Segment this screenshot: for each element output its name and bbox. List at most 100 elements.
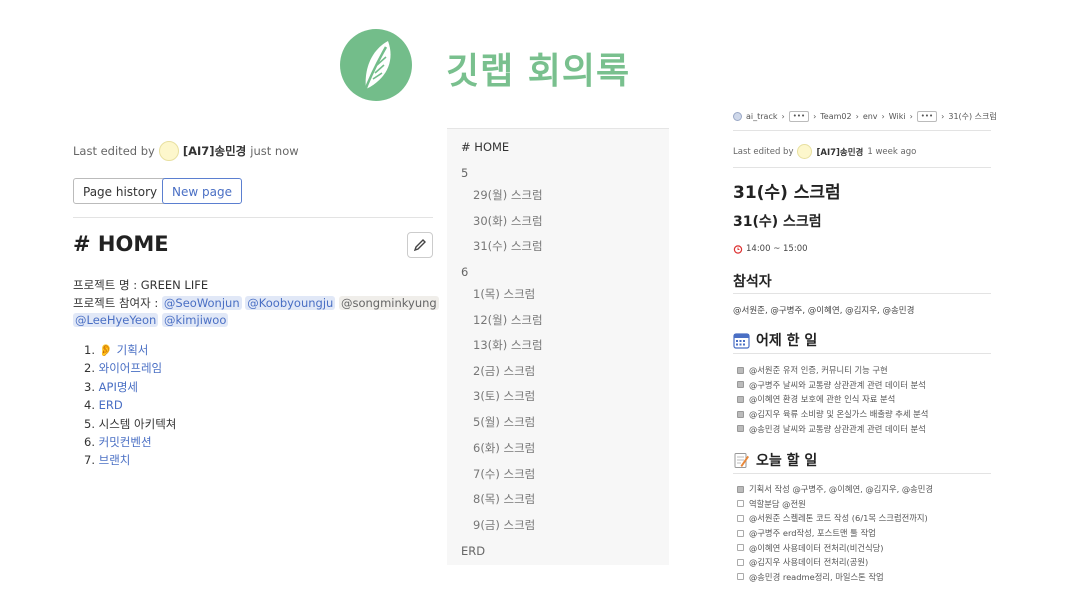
chevron-right-icon: › (941, 112, 945, 121)
yesterday-task-list: @서원준 유저 인증, 커뮤니티 기능 구현 @구병주 날씨와 교통량 상관관계… (737, 363, 928, 436)
link-erd[interactable]: ERD (99, 398, 123, 412)
task-checkbox[interactable] (737, 514, 744, 522)
list-item: 6. 커밋컨벤션 (84, 434, 152, 449)
link-branch[interactable]: 브랜치 (99, 453, 131, 467)
breadcrumb-current: 31(수) 스크럼 (948, 112, 997, 121)
participants-line-2: @LeeHyeYeon @kimjiwoo (73, 313, 229, 327)
text-architecture: 시스템 아키텍쳐 (98, 416, 177, 431)
wiki-title: # HOME (73, 232, 169, 256)
breadcrumb-item[interactable]: ai_track (746, 112, 777, 121)
sidebar-item-erd[interactable]: ERD (461, 544, 485, 558)
project-avatar (733, 112, 742, 121)
chevron-right-icon: › (855, 112, 859, 121)
attendees-heading: 참석자 (733, 274, 772, 290)
calendar-icon (733, 332, 750, 349)
editor-name[interactable]: [AI7]송민경 (183, 143, 246, 159)
mention-user[interactable]: @LeeHyeYeon (73, 313, 159, 327)
sidebar-item[interactable]: 2(금) 스크럼 (473, 363, 535, 379)
new-page-button[interactable]: New page (162, 178, 242, 204)
breadcrumb-collapsed[interactable]: ••• (916, 111, 938, 122)
breadcrumb-collapsed[interactable]: ••• (788, 111, 810, 122)
link-api[interactable]: API명세 (99, 380, 138, 394)
sidebar-item-home[interactable]: # HOME (461, 140, 509, 154)
mention-user[interactable]: @songminkyung (338, 296, 439, 310)
avatar[interactable] (158, 141, 179, 161)
sidebar-item[interactable]: 7(수) 스크럼 (473, 466, 535, 482)
sidebar-item[interactable]: 9(금) 스크럼 (473, 517, 535, 533)
link-commit-convention[interactable]: 커밋컨벤션 (99, 435, 152, 449)
today-task-list: 기획서 작성 @구병주, @이혜연, @김지우, @송민경 역할분담 @전원 @… (737, 482, 933, 584)
sidebar-group-6[interactable]: 6 (461, 265, 468, 279)
sidebar-item[interactable]: 6(화) 스크럼 (473, 440, 535, 456)
divider (733, 293, 991, 294)
divider (73, 217, 433, 218)
edit-button[interactable] (407, 232, 433, 258)
link-plan[interactable]: 기획서 (117, 343, 149, 357)
divider (733, 473, 991, 474)
memo-icon (734, 452, 749, 468)
link-wireframe[interactable]: 와이어프레임 (99, 361, 162, 375)
sidebar-group-5[interactable]: 5 (461, 166, 468, 180)
last-edited-time: 1 week ago (867, 146, 917, 157)
task-checkbox[interactable] (737, 529, 744, 537)
task-checkbox[interactable] (737, 573, 744, 581)
task-checkbox[interactable] (737, 558, 744, 566)
editor-name[interactable]: [AI7]송민경 (816, 146, 863, 158)
mention-user[interactable]: @SeoWonjun (161, 296, 242, 310)
chevron-right-icon: › (813, 112, 817, 121)
wiki-title: 31(수) 스크럼 (733, 183, 841, 203)
mention-user[interactable]: @kimjiwoo (161, 313, 229, 327)
task-item: @송민경 readme정리, 마일스톤 작업 (737, 570, 933, 585)
today-heading-text: 오늘 할 일 (756, 453, 818, 469)
divider (733, 167, 991, 168)
task-item: @이혜연 환경 보호에 관한 인식 자료 분석 (737, 392, 928, 407)
list-item: 2. 와이어프레임 (84, 361, 163, 376)
last-edited-prefix: Last edited by (733, 146, 794, 157)
yesterday-heading: 어제 한 일 (733, 330, 817, 350)
sidebar-item[interactable]: 29(월) 스크럼 (473, 187, 543, 203)
sidebar-item[interactable]: 8(목) 스크럼 (473, 491, 535, 507)
chevron-right-icon: › (781, 112, 785, 121)
task-checkbox[interactable] (737, 395, 744, 403)
divider (733, 353, 991, 354)
task-item: @구병주 날씨와 교통량 상관관계 관련 데이터 분석 (737, 378, 928, 393)
page-title: 깃랩 회의록 (446, 51, 631, 92)
last-edited-meta: Last edited by [AI7]송민경 1 week ago (733, 144, 916, 159)
meeting-time: 14:00 ~ 15:00 (733, 244, 808, 254)
task-checkbox[interactable] (737, 381, 744, 389)
task-item: @구병주 erd작성, 포스트맨 툴 작업 (737, 526, 933, 541)
task-checkbox[interactable] (737, 544, 744, 552)
today-heading: 오늘 할 일 (733, 450, 817, 470)
avatar[interactable] (797, 144, 813, 159)
sidebar-item[interactable]: 30(화) 스크럼 (473, 213, 543, 229)
breadcrumb-item[interactable]: Wiki (889, 112, 906, 121)
sidebar-item[interactable]: 3(토) 스크럼 (473, 388, 535, 404)
participants-line: 프로젝트 참여자 : @SeoWonjun @Koobyoungju @song… (73, 295, 439, 311)
mention-user[interactable]: @Koobyoungju (245, 296, 336, 310)
page-history-button[interactable]: Page history (73, 178, 168, 204)
sidebar-item[interactable]: 12(월) 스크럼 (473, 312, 543, 328)
logo (340, 29, 412, 101)
task-checkbox[interactable] (737, 425, 744, 433)
pencil-icon (413, 239, 426, 252)
project-name: 프로젝트 명 : GREEN LIFE (73, 278, 209, 292)
sidebar-item[interactable]: 5(월) 스크럼 (473, 414, 535, 430)
task-item: @서원준 스켈레톤 코드 작성 (6/1목 스크럼전까지) (737, 511, 933, 526)
wiki-sidebar: # HOME 5 29(월) 스크럼 30(화) 스크럼 31(수) 스크럼 6… (447, 128, 669, 565)
task-item: 기획서 작성 @구병주, @이혜연, @김지우, @송민경 (737, 482, 933, 497)
sidebar-item[interactable]: 13(화) 스크럼 (473, 337, 543, 353)
sidebar-item[interactable]: 1(목) 스크럼 (473, 286, 535, 302)
task-item: @김지우 사용데이터 전처리(공원) (737, 555, 933, 570)
sidebar-item[interactable]: 31(수) 스크럼 (473, 238, 543, 254)
task-checkbox[interactable] (737, 366, 744, 374)
last-edited-prefix: Last edited by (73, 144, 155, 158)
task-checkbox[interactable] (737, 485, 744, 493)
breadcrumb-item[interactable]: Team02 (820, 112, 851, 121)
divider (733, 130, 991, 131)
task-checkbox[interactable] (737, 410, 744, 418)
breadcrumb-item[interactable]: env (863, 112, 878, 121)
task-checkbox[interactable] (737, 500, 744, 508)
alarm-clock-icon (733, 245, 743, 254)
task-item: @서원준 유저 인증, 커뮤니티 기능 구현 (737, 363, 928, 378)
leaf-icon (362, 41, 391, 94)
